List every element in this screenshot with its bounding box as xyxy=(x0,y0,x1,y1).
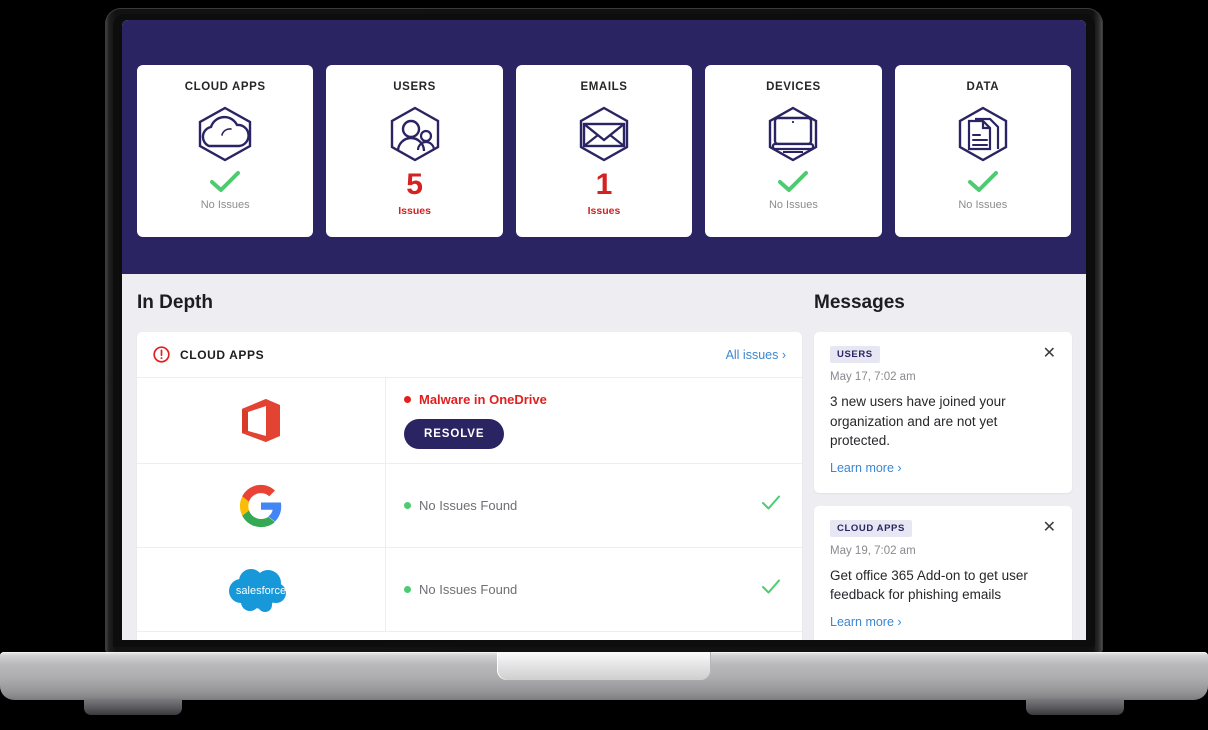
stat-card-label: No Issues xyxy=(958,199,1008,211)
stat-card-emails[interactable]: EMAILS 1 Issues xyxy=(515,65,693,237)
learn-more-link[interactable]: Learn more › xyxy=(830,615,902,629)
app-logo-cell: salesforce xyxy=(137,548,386,631)
stat-card-label: Issues xyxy=(398,204,431,217)
status-line: No Issues Found xyxy=(404,498,748,513)
message-body: 3 new users have joined your organizatio… xyxy=(830,394,1006,449)
stat-card-title: EMAILS xyxy=(580,81,628,93)
message-category-badge: CLOUD APPS xyxy=(830,519,912,537)
message-timestamp: May 17, 7:02 am xyxy=(830,371,916,383)
document-hexagon-icon xyxy=(954,105,1012,163)
message-category-badge: USERS xyxy=(830,346,880,363)
laptop-screen: CLOUD APPS No Issues USERS 5 Issues EMAI… xyxy=(122,20,1086,640)
app-status-cell: Malware in OneDrive RESOLVE xyxy=(386,378,802,463)
salesforce-wordmark: salesforce xyxy=(236,585,286,597)
stat-card-label: Issues xyxy=(587,204,621,217)
stat-card-row: CLOUD APPS No Issues USERS 5 Issues EMAI… xyxy=(136,65,1072,237)
severity-dot xyxy=(404,502,411,509)
google-logo xyxy=(239,484,282,527)
message-card-header: USERS ✕ xyxy=(830,346,1056,363)
stat-card-cloud-apps[interactable]: CLOUD APPS No Issues xyxy=(136,65,314,237)
row-check-slot xyxy=(758,577,784,602)
learn-more-link[interactable]: Learn more › xyxy=(830,461,902,475)
stat-card-count: 1 xyxy=(595,168,613,201)
in-depth-column: In Depth CLOUD APPS All issues › Malware… xyxy=(122,292,802,640)
status-text: No Issues Found xyxy=(419,582,518,597)
message-card-header: CLOUD APPS ✕ xyxy=(830,519,1056,537)
check-icon xyxy=(762,495,780,510)
app-logo-cell xyxy=(137,378,386,463)
laptop-base-notch xyxy=(497,652,711,680)
stat-card-count: 5 xyxy=(406,168,423,201)
stat-card-data[interactable]: DATA No Issues xyxy=(894,65,1072,237)
close-icon[interactable]: ✕ xyxy=(1043,346,1056,362)
check-icon xyxy=(778,171,809,192)
check-icon xyxy=(967,171,998,192)
message-card-cloud-apps: CLOUD APPS ✕ May 19, 7:02 am Get office … xyxy=(814,505,1072,640)
severity-dot xyxy=(404,396,411,403)
table-row-partial xyxy=(137,632,802,640)
dashboard-body: In Depth CLOUD APPS All issues › Malware… xyxy=(122,274,1086,640)
laptop-foot-right xyxy=(1026,699,1124,715)
laptop-mockup: CLOUD APPS No Issues USERS 5 Issues EMAI… xyxy=(0,0,1208,730)
cloud-apps-panel: CLOUD APPS All issues › Malware in OneDr… xyxy=(137,332,802,640)
severity-dot xyxy=(404,586,411,593)
panel-header-left: CLOUD APPS xyxy=(153,346,264,363)
envelope-hexagon-icon xyxy=(574,105,634,163)
message-body: Get office 365 Add-on to get user feedba… xyxy=(830,567,1028,603)
status-line: Malware in OneDrive xyxy=(404,392,748,407)
stat-card-status: No Issues xyxy=(958,169,1007,211)
messages-heading: Messages xyxy=(814,292,905,313)
stat-card-users[interactable]: USERS 5 Issues xyxy=(326,65,503,237)
row-check-slot xyxy=(758,493,784,518)
app-status-cell: No Issues Found xyxy=(386,548,802,631)
stat-card-devices[interactable]: DEVICES No Issues xyxy=(705,65,882,237)
status-block: No Issues Found xyxy=(404,498,748,513)
cloud-hexagon-icon xyxy=(194,105,256,163)
resolve-button[interactable]: RESOLVE xyxy=(404,419,505,449)
stat-card-status: No Issues xyxy=(201,169,250,211)
table-row[interactable]: No Issues Found xyxy=(137,464,802,548)
status-text: No Issues Found xyxy=(419,498,518,513)
stat-card-status: No Issues xyxy=(769,169,818,211)
status-text: Malware in OneDrive xyxy=(419,392,547,407)
app-status-cell: No Issues Found xyxy=(386,464,802,547)
table-row[interactable]: Malware in OneDrive RESOLVE xyxy=(137,378,802,464)
salesforce-logo: salesforce xyxy=(229,568,286,612)
cloud-apps-panel-header: CLOUD APPS All issues › xyxy=(137,332,802,378)
office-365-logo xyxy=(242,398,280,442)
messages-column: Messages USERS ✕ May 17, 7:02 am 3 new u… xyxy=(802,292,1086,640)
users-hexagon-icon xyxy=(386,105,444,163)
stat-card-label: No Issues xyxy=(768,199,818,211)
message-card-users: USERS ✕ May 17, 7:02 am 3 new users have… xyxy=(814,332,1072,493)
status-block: No Issues Found xyxy=(404,582,748,597)
status-block: Malware in OneDrive RESOLVE xyxy=(404,392,748,449)
status-line: No Issues Found xyxy=(404,582,748,597)
close-icon[interactable]: ✕ xyxy=(1043,519,1056,536)
monitor-hexagon-icon xyxy=(763,105,823,163)
table-row[interactable]: salesforce No Issues Found xyxy=(137,548,802,632)
stat-card-title: USERS xyxy=(393,81,436,93)
laptop-foot-left xyxy=(84,699,182,715)
stat-card-title: DATA xyxy=(966,81,1000,93)
stat-card-title: CLOUD APPS xyxy=(184,81,266,93)
message-timestamp: May 19, 7:02 am xyxy=(830,544,916,557)
stat-card-title: DEVICES xyxy=(766,81,821,93)
alert-circle-icon xyxy=(153,346,170,363)
check-icon xyxy=(210,171,241,192)
dashboard-header-band: CLOUD APPS No Issues USERS 5 Issues EMAI… xyxy=(122,20,1086,274)
all-issues-link[interactable]: All issues › xyxy=(726,348,786,362)
app-logo-cell xyxy=(137,464,386,547)
check-icon xyxy=(762,579,780,594)
panel-title: CLOUD APPS xyxy=(180,347,265,362)
in-depth-heading: In Depth xyxy=(137,292,213,313)
stat-card-status: 5 Issues xyxy=(398,169,431,217)
stat-card-status: 1 Issues xyxy=(588,169,621,217)
stat-card-label: No Issues xyxy=(200,199,250,211)
